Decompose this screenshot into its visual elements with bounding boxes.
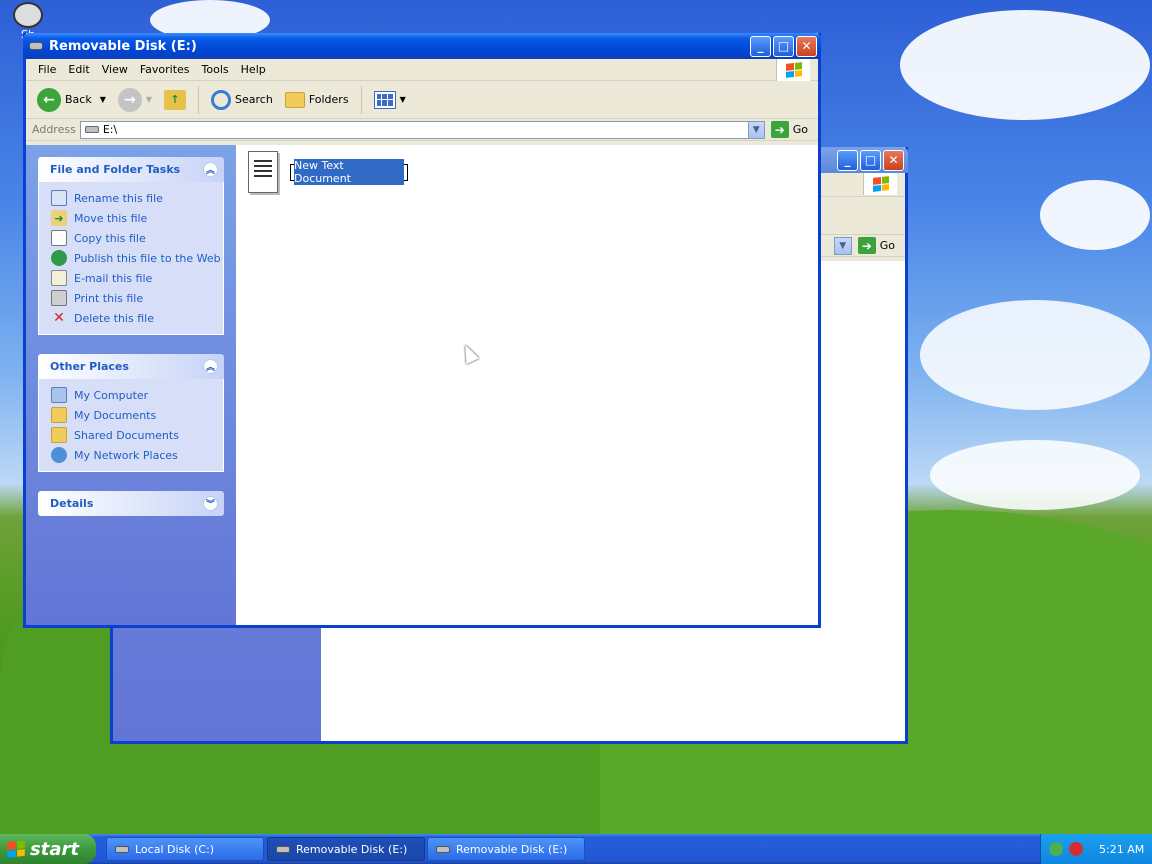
forward-arrow-icon: → xyxy=(117,87,142,112)
back-button[interactable]: ← Back ▼ xyxy=(34,86,109,114)
rename-icon xyxy=(51,190,67,206)
printer-icon xyxy=(51,290,67,306)
expand-chevron-icon[interactable]: ︾ xyxy=(203,496,218,511)
email-icon xyxy=(51,270,67,286)
details-header[interactable]: Details ︾ xyxy=(38,491,224,516)
forward-button[interactable]: → ▼ xyxy=(115,86,155,114)
my-network-places-link[interactable]: My Network Places xyxy=(51,445,223,465)
go-arrow-icon: ➔ xyxy=(857,237,876,254)
file-folder-tasks-panel: File and Folder Tasks ︽ Rename this file… xyxy=(38,157,224,335)
network-status-icon[interactable] xyxy=(1049,842,1063,856)
delete-icon: ✕ xyxy=(53,310,65,326)
explorer-window[interactable]: Removable Disk (E:) _ □ ✕ File Edit View… xyxy=(23,33,821,628)
back-dropdown-icon[interactable]: ▼ xyxy=(100,95,106,104)
go-arrow-icon: ➔ xyxy=(770,121,789,138)
menu-bar: File Edit View Favorites Tools Help xyxy=(26,59,818,81)
views-icon xyxy=(373,90,396,109)
taskbar: start Local Disk (C:) Removable Disk (E:… xyxy=(0,834,1152,864)
search-icon xyxy=(211,89,232,110)
folder-icon xyxy=(284,91,305,108)
taskbar-item-removable-disk[interactable]: Removable Disk (E:) xyxy=(427,837,585,861)
address-label: Address xyxy=(32,123,76,136)
menu-view[interactable]: View xyxy=(96,63,134,76)
computer-icon xyxy=(51,387,67,403)
documents-folder-icon xyxy=(51,407,67,423)
address-dropdown-icon[interactable]: ▼ xyxy=(747,121,764,138)
start-button[interactable]: start xyxy=(0,834,96,864)
maximize-button[interactable]: □ xyxy=(773,35,794,57)
drive-icon xyxy=(84,126,99,133)
menu-favorites[interactable]: Favorites xyxy=(134,63,196,76)
menu-edit[interactable]: Edit xyxy=(62,63,95,76)
move-file-link[interactable]: ➜ Move this file xyxy=(51,208,223,228)
windows-logo-icon xyxy=(776,59,810,81)
my-documents-link[interactable]: My Documents xyxy=(51,405,223,425)
globe-icon xyxy=(51,250,67,266)
publish-file-link[interactable]: Publish this file to the Web xyxy=(51,248,223,268)
system-tray: 5:21 AM xyxy=(1040,834,1152,864)
menu-tools[interactable]: Tools xyxy=(196,63,235,76)
copy-file-link[interactable]: Copy this file xyxy=(51,228,223,248)
move-icon: ➜ xyxy=(51,210,67,226)
go-button[interactable]: ➔ Go xyxy=(765,121,818,138)
toolbar: ← Back ▼ → ▼ ↑ Search Folders ▼ xyxy=(26,81,818,119)
notepad-file-icon xyxy=(248,151,278,193)
views-button[interactable]: ▼ xyxy=(371,89,409,111)
back-arrow-icon: ← xyxy=(37,87,61,112)
security-shield-icon[interactable] xyxy=(1069,842,1083,856)
file-list-area[interactable]: New Text Document xyxy=(236,145,818,625)
print-file-link[interactable]: Print this file xyxy=(51,288,223,308)
folders-button[interactable]: Folders xyxy=(282,90,352,110)
minimize-button[interactable]: _ xyxy=(750,35,771,57)
up-folder-button[interactable]: ↑ xyxy=(161,88,189,112)
views-dropdown-icon: ▼ xyxy=(399,95,406,104)
title-bar[interactable]: Removable Disk (E:) _ □ ✕ xyxy=(23,33,821,59)
other-places-panel: Other Places ︽ My Computer My Documents … xyxy=(38,354,224,472)
network-icon xyxy=(51,447,67,463)
address-value: E:\ xyxy=(102,123,118,136)
folder-icon xyxy=(51,427,67,443)
details-panel: Details ︾ xyxy=(38,491,224,516)
go-button[interactable]: ➔ Go xyxy=(852,237,905,254)
delete-file-link[interactable]: ✕ Delete this file xyxy=(51,308,223,328)
address-dropdown-icon[interactable]: ▼ xyxy=(833,236,852,255)
my-computer-link[interactable]: My Computer xyxy=(51,385,223,405)
up-folder-icon: ↑ xyxy=(164,89,187,110)
collapse-chevron-icon[interactable]: ︽ xyxy=(203,359,218,374)
drive-icon xyxy=(115,845,129,853)
windows-logo-icon xyxy=(7,840,25,858)
rename-file-link[interactable]: Rename this file xyxy=(51,188,223,208)
copy-icon xyxy=(51,230,67,246)
address-input[interactable]: E:\ ▼ xyxy=(79,120,765,139)
collapse-chevron-icon[interactable]: ︽ xyxy=(203,162,218,177)
menu-file[interactable]: File xyxy=(32,63,62,76)
close-button[interactable]: ✕ xyxy=(796,35,817,57)
windows-logo-icon xyxy=(863,173,897,195)
forward-dropdown-icon: ▼ xyxy=(145,95,153,104)
other-places-header[interactable]: Other Places ︽ xyxy=(38,354,224,379)
filename-rename-input[interactable]: New Text Document xyxy=(290,159,408,185)
minimize-button[interactable]: _ xyxy=(837,149,858,171)
taskbar-item-removable-disk-active[interactable]: Removable Disk (E:) xyxy=(267,837,425,861)
maximize-button[interactable]: □ xyxy=(860,149,881,171)
file-item[interactable]: New Text Document xyxy=(248,151,408,193)
raccoon-icon xyxy=(13,2,43,28)
search-button[interactable]: Search xyxy=(208,88,276,112)
email-file-link[interactable]: E-mail this file xyxy=(51,268,223,288)
window-title: Removable Disk (E:) xyxy=(49,38,197,54)
task-pane: File and Folder Tasks ︽ Rename this file… xyxy=(26,145,236,625)
drive-icon xyxy=(29,42,43,50)
shared-documents-link[interactable]: Shared Documents xyxy=(51,425,223,445)
clock[interactable]: 5:21 AM xyxy=(1099,843,1144,856)
file-folder-tasks-header[interactable]: File and Folder Tasks ︽ xyxy=(38,157,224,182)
drive-icon xyxy=(436,845,450,853)
address-bar: Address E:\ ▼ ➔ Go xyxy=(26,119,818,141)
menu-help[interactable]: Help xyxy=(235,63,272,76)
taskbar-item-local-disk[interactable]: Local Disk (C:) xyxy=(106,837,264,861)
close-button[interactable]: ✕ xyxy=(883,149,904,171)
drive-icon xyxy=(276,845,290,853)
